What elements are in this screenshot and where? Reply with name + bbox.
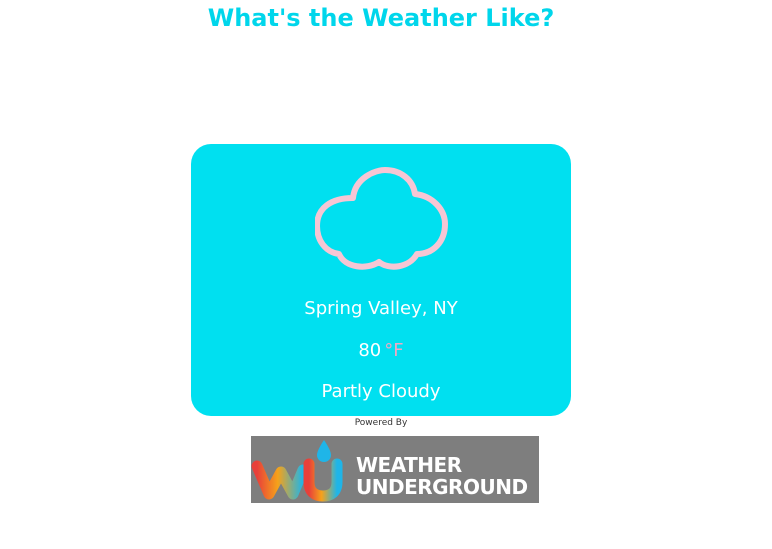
condition-label: Partly Cloudy: [321, 381, 441, 402]
temperature-unit: °F: [384, 340, 404, 361]
weather-card: Spring Valley, NY 80 °F Partly Cloudy: [191, 144, 571, 416]
powered-by-label: Powered By: [354, 418, 408, 428]
temperature-readout: 80 °F: [191, 338, 571, 364]
page: What's the Weather Like? Spring Valley, …: [0, 0, 772, 549]
logo-wordmark-line1: WEATHER: [356, 453, 462, 477]
cloud-icon: [315, 167, 448, 270]
location-label: Spring Valley, NY: [304, 298, 458, 319]
logo-wordmark-line2: UNDERGROUND: [356, 475, 528, 499]
page-title: What's the Weather Like?: [207, 4, 555, 32]
temperature-value: 80: [358, 340, 382, 361]
weather-underground-logo[interactable]: WEATHER UNDERGROUND: [251, 436, 539, 503]
wu-mark-icon: [251, 440, 343, 502]
